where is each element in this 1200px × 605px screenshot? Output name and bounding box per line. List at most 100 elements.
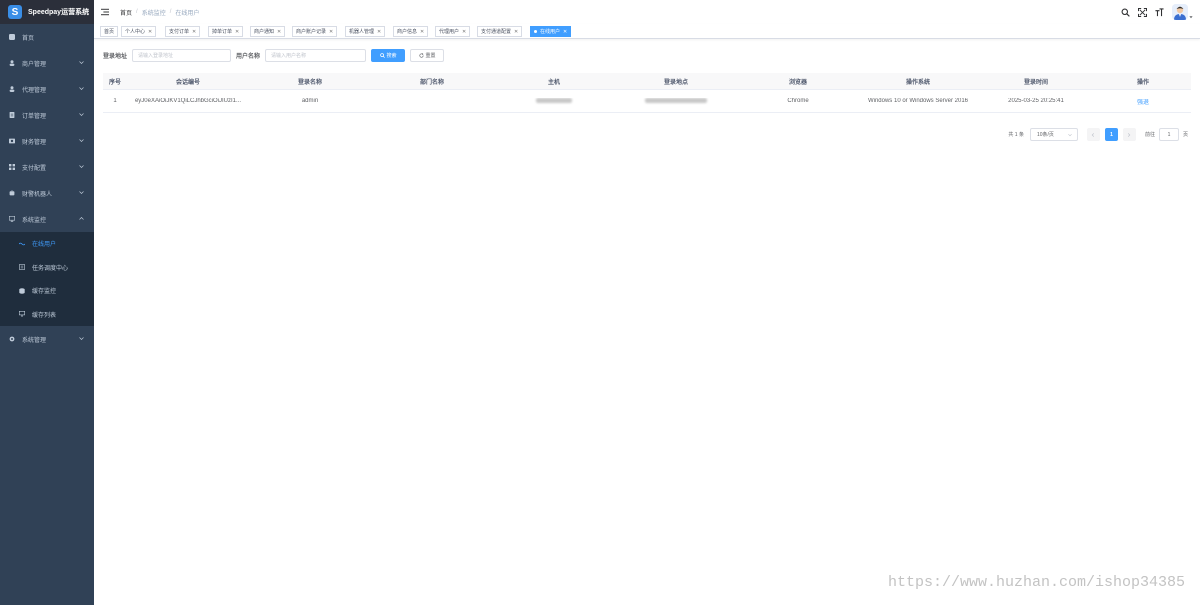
chevron-left-icon [1092, 132, 1095, 137]
cell-os: Windows 10 or Windows Server 2016 [867, 98, 969, 104]
sidebar-item-merchant[interactable]: 商户管理 [0, 50, 94, 76]
page-size-value: 10条/页 [1036, 132, 1054, 138]
close-icon[interactable]: ✕ [377, 29, 381, 35]
app-title: Speedpay运营系统 [28, 9, 90, 16]
table-row: 1 eyJ0eXAiOiJKV1QiLCJhbGciOiJIUzI1... ad… [103, 90, 1191, 113]
close-icon[interactable]: ✕ [235, 29, 239, 35]
search-icon[interactable] [1121, 8, 1130, 17]
sidebar-item-label: 缓存监控 [32, 289, 57, 296]
sidebar-item-online-user[interactable]: 在线用户 [0, 232, 94, 256]
goto-suffix: 页 [1182, 132, 1188, 138]
caret-down-icon[interactable] [1189, 15, 1193, 19]
force-logout-button[interactable]: 强退 [1095, 97, 1191, 106]
tag-merchant-notify[interactable]: 商户通知 ✕ [250, 26, 286, 37]
sidebar-item-payment-config[interactable]: 支付配置 [0, 154, 94, 180]
sidebar-item-job[interactable]: 任务调度中心 [0, 256, 94, 280]
column-header: 登录时间 [1023, 79, 1048, 86]
sidebar-item-label: 财务管理 [22, 139, 47, 146]
sidebar-item-home[interactable]: 首页 [0, 24, 94, 50]
close-icon[interactable]: ✕ [462, 29, 466, 35]
navbar-actions [1121, 0, 1200, 24]
user-input[interactable] [265, 49, 367, 62]
ip-input[interactable] [132, 49, 232, 62]
tag-label: 个人中心 [125, 29, 146, 35]
tag-robot-manage[interactable]: 机器人管理 ✕ [345, 26, 386, 37]
tags-view: 首页 个人中心 ✕ 支付订单 ✕ 掉单订单 ✕ 商户通知 ✕ 商户账户记录 ✕ 机器人管理… [94, 24, 1200, 39]
cell-login-name: admin [301, 98, 319, 104]
search-button[interactable]: 搜索 [371, 49, 406, 62]
tag-merchant-info[interactable]: 商户信息 ✕ [393, 26, 429, 37]
tag-home[interactable]: 首页 [100, 26, 119, 37]
column-header: 会话编号 [175, 79, 200, 86]
monitor-icon [9, 216, 15, 222]
breadcrumb-monitor: 系统监控 [141, 10, 166, 17]
sidebar-item-label: 系统监控 [22, 217, 47, 224]
column-header: 操作系统 [905, 79, 930, 86]
job-icon [19, 264, 25, 271]
tag-online-user[interactable]: 在线用户 ✕ [530, 26, 572, 37]
sidebar-logo[interactable]: S Speedpay运营系统 [0, 0, 94, 24]
cache-icon [19, 288, 25, 294]
close-icon[interactable]: ✕ [329, 29, 333, 35]
chevron-up-icon [79, 217, 84, 220]
tag-label: 商户通知 [254, 29, 275, 35]
page-number-button[interactable]: 1 [1104, 128, 1118, 141]
close-icon[interactable]: ✕ [563, 29, 567, 35]
avatar[interactable] [1172, 4, 1188, 20]
tag-dropped-order[interactable]: 掉单订单 ✕ [208, 26, 244, 37]
next-page-button[interactable] [1122, 128, 1136, 141]
tag-label: 商户信息 [397, 29, 418, 35]
tag-label: 在线用户 [540, 29, 561, 35]
fullscreen-icon[interactable] [1138, 7, 1147, 17]
order-icon [9, 112, 15, 118]
close-icon[interactable]: ✕ [148, 29, 152, 35]
chevron-down-icon [79, 61, 84, 64]
tag-label: 代理用户 [439, 29, 460, 35]
sidebar-item-order[interactable]: 订单管理 [0, 102, 94, 128]
sidebar-item-cache-list[interactable]: 缓存列表 [0, 303, 94, 327]
tag-label: 支付订单 [169, 29, 190, 35]
sidebar-item-label: 订单管理 [22, 113, 47, 120]
tag-label: 掉单订单 [212, 29, 233, 35]
hamburger-icon[interactable] [101, 8, 109, 16]
tag-profile[interactable]: 个人中心 ✕ [121, 26, 157, 37]
prev-page-button[interactable] [1086, 128, 1100, 141]
breadcrumb-separator: / [136, 9, 138, 15]
close-icon[interactable]: ✕ [514, 29, 518, 35]
sidebar-item-finance[interactable]: 财务管理 [0, 128, 94, 154]
chevron-down-icon [79, 165, 84, 168]
finance-icon [9, 138, 15, 144]
tag-pay-order[interactable]: 支付订单 ✕ [165, 26, 201, 37]
font-size-icon[interactable] [1155, 7, 1164, 17]
tag-pay-channel-config[interactable]: 支付通道配置 ✕ [477, 26, 523, 37]
close-icon[interactable]: ✕ [192, 29, 196, 35]
sidebar-item-label: 任务调度中心 [32, 265, 69, 272]
reset-button[interactable]: 重置 [410, 49, 445, 62]
agent-icon [9, 86, 15, 92]
watermark-text: https://www.huzhan.com/ishop34385 [887, 574, 1185, 591]
chevron-down-icon [1068, 134, 1072, 137]
sidebar-item-label: 在线用户 [32, 242, 57, 249]
chevron-down-icon [79, 191, 84, 194]
goto-page-input[interactable] [1158, 128, 1179, 141]
sidebar-item-system[interactable]: 系统管理 [0, 326, 94, 352]
user-label: 用户名称 [236, 54, 261, 60]
robot-icon [9, 190, 15, 196]
breadcrumb-separator: / [169, 9, 172, 15]
tag-merchant-account-record[interactable]: 商户账户记录 ✕ [292, 26, 338, 37]
page-size-select[interactable]: 10条/页 [1029, 128, 1078, 141]
cell-session: eyJ0eXAiOiJKV1QiLCJhbGciOiJIUzI1... [134, 98, 242, 104]
close-icon[interactable]: ✕ [277, 29, 281, 35]
settings-icon [9, 336, 15, 342]
sidebar-item-monitor[interactable]: 系统监控 [0, 206, 94, 232]
sidebar-item-agent[interactable]: 代理管理 [0, 76, 94, 102]
close-icon[interactable]: ✕ [420, 29, 424, 35]
search-form: 登录地址 用户名称 搜索 重置 [103, 49, 445, 62]
sidebar-item-label: 缓存列表 [32, 312, 57, 319]
breadcrumb-home[interactable]: 首页 [120, 8, 132, 17]
tag-agent-user[interactable]: 代理用户 ✕ [435, 26, 471, 37]
sidebar-item-robot[interactable]: 财警机器人 [0, 180, 94, 206]
sidebar-item-cache-monitor[interactable]: 缓存监控 [0, 279, 94, 303]
goto-prefix: 前往 [1144, 132, 1155, 138]
column-header: 序号 [108, 79, 121, 86]
